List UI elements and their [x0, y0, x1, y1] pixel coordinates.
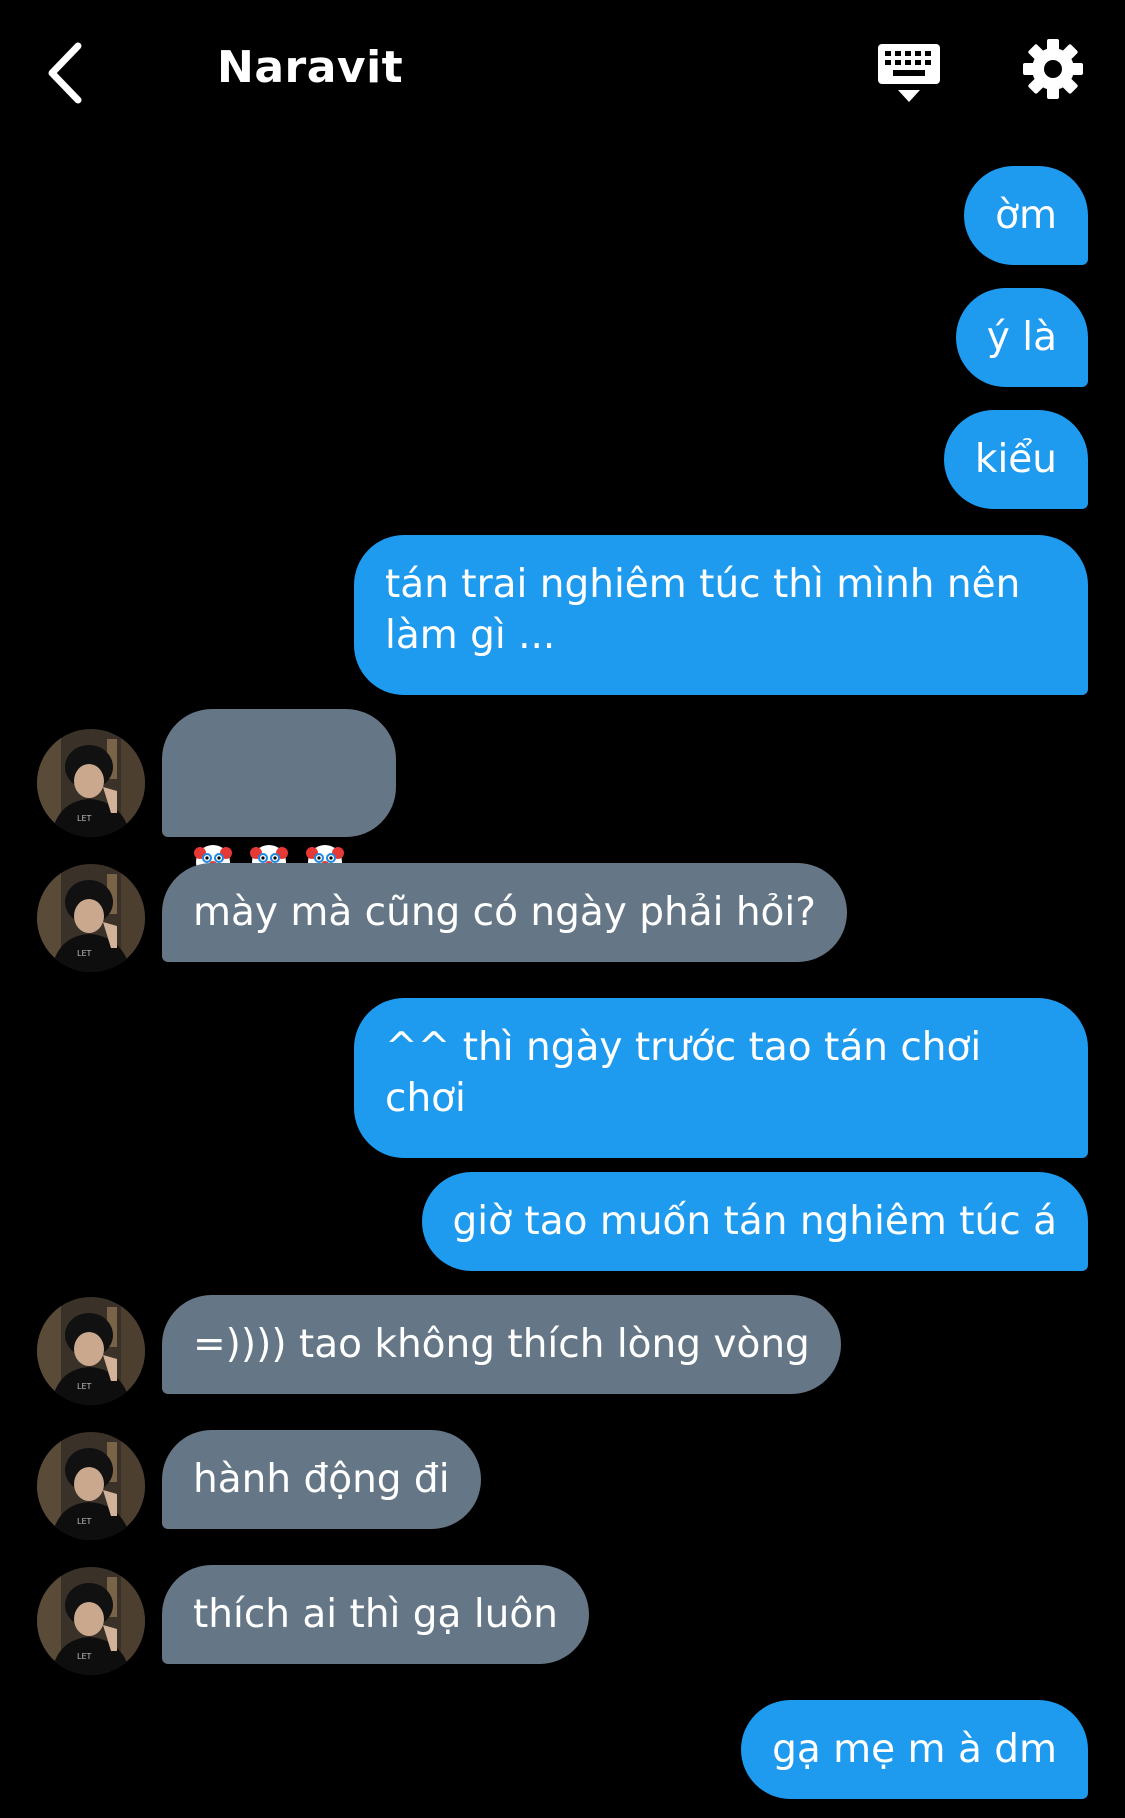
gear-icon — [1023, 39, 1083, 99]
back-button[interactable] — [40, 38, 100, 108]
message-outgoing[interactable]: ^^ thì ngày trước tao tán chơi chơi — [354, 998, 1088, 1158]
svg-text:LET: LET — [77, 949, 92, 958]
svg-text:LET: LET — [77, 814, 92, 823]
avatar[interactable]: LET — [37, 1567, 145, 1675]
settings-button[interactable] — [1022, 38, 1084, 100]
message-outgoing[interactable]: tán trai nghiêm túc thì mình nên làm gì … — [354, 535, 1088, 695]
avatar[interactable]: LET — [37, 1432, 145, 1540]
svg-text:LET: LET — [77, 1517, 92, 1526]
message-outgoing[interactable]: ờm — [964, 166, 1088, 265]
contact-name[interactable]: Naravit — [217, 42, 403, 93]
message-outgoing[interactable]: gạ mẹ m à dm — [741, 1700, 1088, 1799]
chat-header: Naravit — [0, 0, 1125, 140]
message-outgoing[interactable]: giờ tao muốn tán nghiêm túc á — [421, 1172, 1088, 1271]
avatar[interactable]: LET — [37, 1297, 145, 1405]
svg-text:LET: LET — [77, 1382, 92, 1391]
chevron-left-icon — [48, 42, 82, 104]
message-incoming[interactable]: mày mà cũng có ngày phải hỏi? — [162, 863, 847, 962]
message-incoming[interactable]: =)))) tao không thích lòng vòng — [162, 1295, 841, 1394]
message-incoming[interactable]: thích ai thì gạ luôn — [162, 1565, 589, 1664]
svg-text:LET: LET — [77, 1652, 92, 1661]
message-outgoing[interactable]: kiểu — [943, 410, 1088, 509]
keyboard-toggle-button[interactable] — [876, 42, 942, 106]
message-outgoing[interactable]: ý là — [955, 288, 1088, 387]
avatar[interactable]: LET — [37, 729, 145, 837]
message-incoming[interactable]: hành động đi — [162, 1430, 481, 1529]
message-incoming[interactable] — [162, 709, 396, 879]
avatar[interactable]: LET — [37, 864, 145, 972]
keyboard-hide-icon — [878, 44, 940, 102]
